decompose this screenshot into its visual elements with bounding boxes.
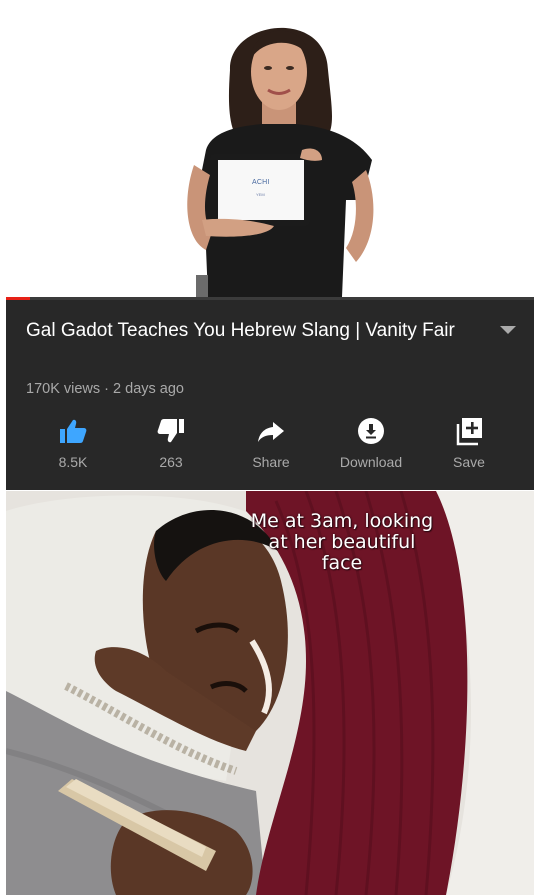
dislike-count: 263	[159, 454, 183, 470]
expand-description-button[interactable]	[496, 320, 520, 340]
dislike-button[interactable]: 263	[121, 416, 221, 478]
tablet-word: ACHI	[252, 179, 270, 186]
download-icon	[358, 418, 384, 444]
video-thumbnail-woman-holding-tablet	[6, 0, 534, 297]
share-arrow-icon	[258, 422, 284, 442]
caption-line-1: Me at 3am, looking	[250, 510, 434, 532]
video-title[interactable]: Gal Gadot Teaches You Hebrew Slang | Van…	[26, 316, 466, 345]
caption-line-3: face	[321, 552, 363, 574]
like-button[interactable]: 8.5K	[23, 416, 123, 478]
caption-line-2: at her beautiful	[268, 531, 416, 553]
share-label: Share	[252, 454, 290, 470]
thumbs-down-icon	[157, 419, 184, 443]
view-count-and-date: 170K views · 2 days ago	[26, 381, 184, 397]
thumbs-up-icon	[60, 419, 87, 443]
meme-reaction-photo: Me at 3am, looking at her beautiful face	[6, 491, 534, 895]
save-label: Save	[453, 454, 485, 470]
share-button[interactable]: Share	[221, 416, 321, 478]
video-player[interactable]: ACHI YEM	[6, 0, 534, 297]
meme-caption: Me at 3am, looking at her beautiful face	[242, 511, 442, 574]
download-button[interactable]: Download	[321, 416, 421, 478]
add-to-playlist-icon	[456, 418, 482, 446]
download-label: Download	[339, 454, 403, 470]
save-button[interactable]: Save	[419, 416, 519, 478]
like-count: 8.5K	[58, 454, 88, 470]
chevron-down-icon	[500, 326, 516, 334]
tablet-translation: YEM	[256, 192, 265, 197]
video-info-panel: Gal Gadot Teaches You Hebrew Slang | Van…	[6, 300, 534, 490]
